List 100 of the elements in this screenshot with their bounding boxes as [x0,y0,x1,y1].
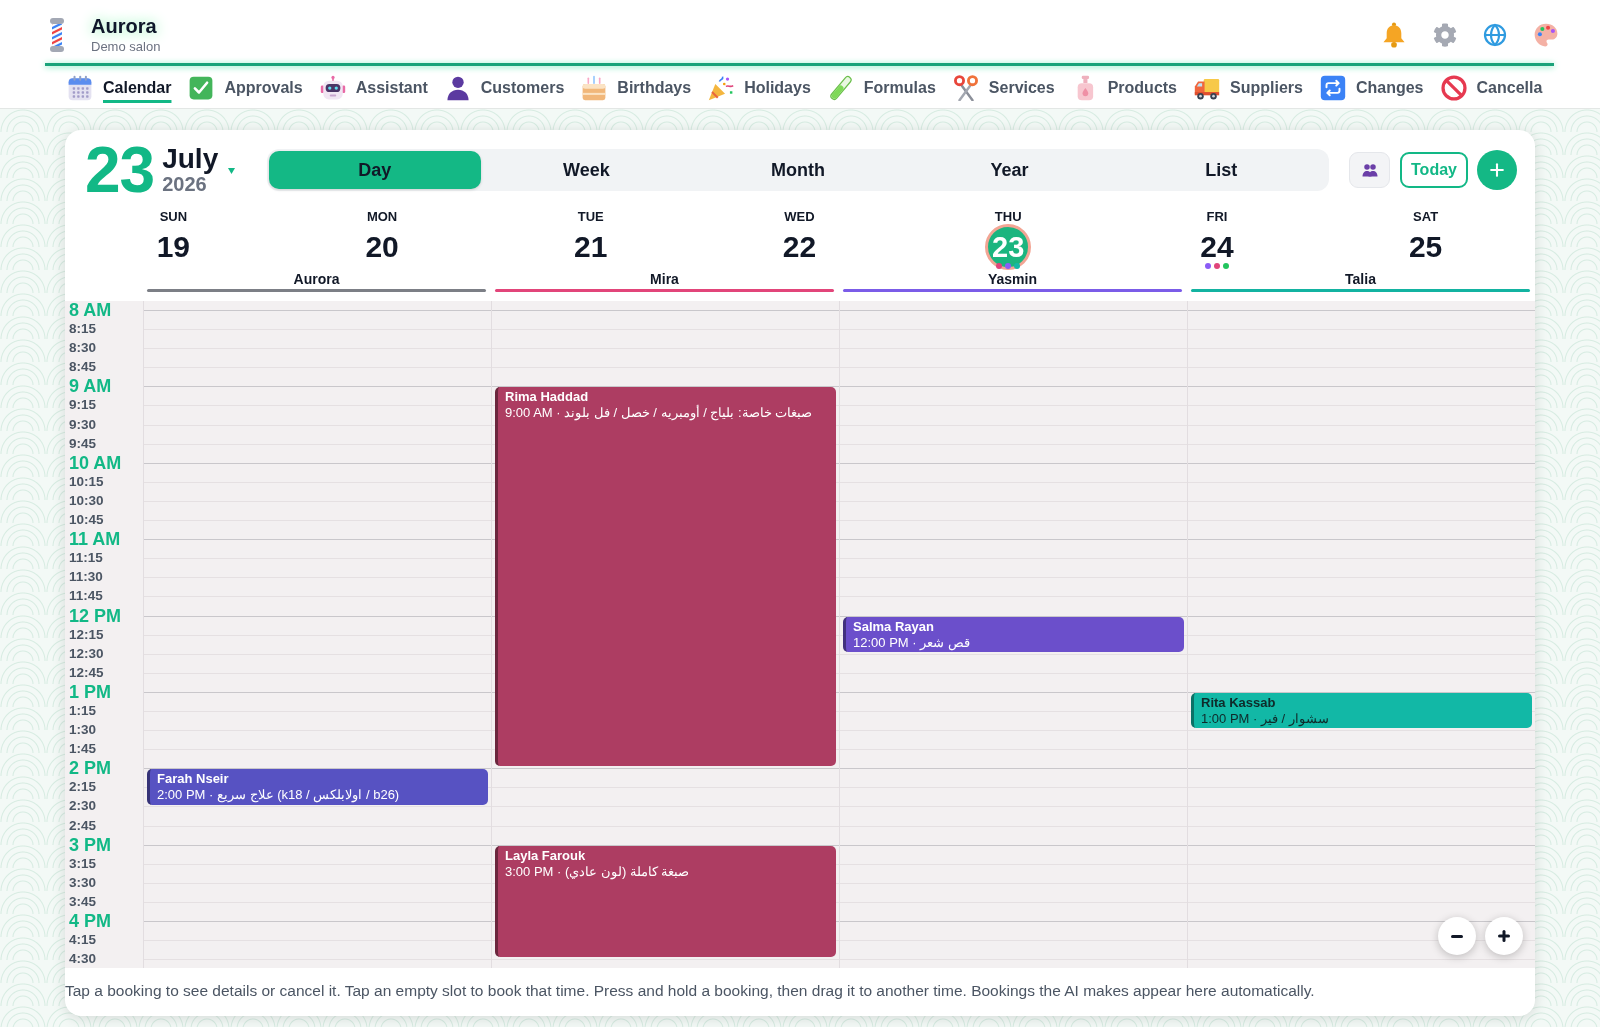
time-label: 10:15 [69,475,104,489]
time-label: 2:15 [69,780,97,795]
nav-tab[interactable]: Holidays [708,74,811,101]
settings-icon [1433,22,1457,47]
barber-pole-icon [49,17,65,52]
zoom-out-button[interactable] [1438,917,1476,955]
add-button[interactable] [1477,150,1517,190]
time-label: 8 AM [69,301,112,319]
time-label: 1:45 [69,742,97,756]
booking-details: 2:00 PM · علاج سريع (k18 / اولابلكس / b26) [157,787,400,804]
time-label: 1:30 [69,723,97,737]
view-tab[interactable]: Week [480,151,693,189]
date-number[interactable]: 24 [1200,230,1234,264]
weekday-label: WED [784,208,815,226]
language-button[interactable] [1483,22,1507,47]
scissors-icon [952,74,979,101]
view-tab[interactable]: List [1115,151,1327,189]
view-tab[interactable]: Month [692,151,904,189]
time-label: 3:15 [69,856,97,871]
time-label: 3 PM [69,835,111,854]
date-number[interactable]: 25 [1408,230,1443,264]
booking-name: Rita Kassab [1201,695,1276,711]
time-label: 2:45 [69,818,97,833]
booking-details: 1:00 PM · سشوار / فير [1201,711,1329,727]
nav-tab[interactable]: Formulas [827,74,936,101]
time-label: 4 PM [69,912,111,930]
time-label: 10:30 [69,494,104,508]
help-text: Tap a booking to see details or cancel it. Tap an empty slot to book that time. Press and hold a booking, then drag it to another time. Bookings the AI makes appear here automatically. [65,981,1316,1001]
date-number[interactable]: 22 [782,230,817,264]
time-label: 1 PM [69,682,111,701]
time-label: 12:45 [69,666,104,680]
booking-details: 3:00 PM · صبغة كاملة (لون عادي) [505,863,690,880]
time-label: 3:30 [69,876,97,890]
weekday-label: FRI [1206,208,1228,226]
notifications-button[interactable] [1381,21,1407,48]
staff-name: Aurora [293,270,340,288]
time-label: 9 AM [69,377,112,396]
time-label: 12:15 [69,627,104,642]
nav-tab[interactable]: Customers [444,74,565,101]
time-label: 11:30 [69,570,103,585]
nav-tab[interactable]: Services [952,74,1055,101]
nav-tab[interactable]: Approvals [188,74,303,101]
booking-details: 9:00 AM · صبغات خاصة: بلياج / أومبريه / خصل / فل بلوند [505,405,813,422]
settings-button[interactable] [1433,22,1457,47]
time-label: 8:45 [69,360,97,375]
weekday-label: THU [994,208,1022,226]
cake-icon [581,74,608,101]
plus-icon [1487,160,1507,180]
date-month: July [162,145,219,173]
time-label: 8:15 [69,322,97,336]
people-icon [1361,162,1378,178]
date-day: 23 [85,140,155,200]
time-label: 11:15 [69,551,103,565]
prohibited-icon [1440,74,1467,101]
booking-name: Farah Nseir [157,771,229,788]
check-icon [188,74,215,101]
booking-details: 12:00 PM · قص شعر [853,634,970,651]
booking-name: Layla Farouk [505,847,586,864]
view-tab[interactable]: Day [269,151,481,189]
time-label: 11:45 [69,589,103,604]
date-number[interactable]: 19 [156,230,191,264]
time-label: 10:45 [69,513,104,527]
theme-button[interactable] [1533,21,1559,48]
time-label: 12:30 [69,646,104,661]
booking-name: Salma Rayan [853,618,934,635]
plus-icon [1498,930,1510,942]
staff-name: Yasmin [988,270,1037,288]
nav-tab[interactable]: Changes [1319,74,1424,101]
time-label: 1:15 [69,704,97,718]
nav-tab[interactable]: Suppliers [1194,74,1303,101]
caret-icon[interactable] [228,168,236,174]
nav-tab[interactable]: Cancella [1440,74,1543,101]
view-tab[interactable]: Year [903,151,1116,189]
zoom-in-button[interactable] [1485,917,1523,955]
time-label: 10 AM [69,453,122,472]
bell-icon [1381,21,1407,48]
app-name: Aurora [91,13,158,38]
nav-tab[interactable]: Birthdays [581,74,692,101]
globe-icon [1483,22,1507,47]
time-label: 9:45 [69,436,97,451]
app-subtitle: Demo salon [91,37,161,56]
staff-filter-button[interactable] [1349,152,1390,188]
time-label: 9:15 [69,398,97,413]
minus-icon [1451,934,1463,938]
time-label: 4:15 [69,933,97,947]
nav-tab[interactable]: Products [1071,74,1177,101]
time-label: 12 PM [69,606,122,625]
nav-tab[interactable]: Assistant [319,74,428,101]
staff-name: Mira [650,270,679,288]
date-year: 2026 [162,173,207,195]
date-number[interactable]: 20 [365,230,399,264]
arrows-icon [1319,74,1346,101]
time-label: 8:30 [69,341,97,355]
time-label: 2:30 [69,799,97,814]
date-number[interactable]: 21 [574,230,608,264]
calendar-icon [67,74,93,101]
time-label: 9:30 [69,417,97,432]
nav-tab[interactable]: Calendar [67,74,172,101]
weekday-label: SAT [1413,208,1439,226]
time-label: 2 PM [69,759,111,778]
